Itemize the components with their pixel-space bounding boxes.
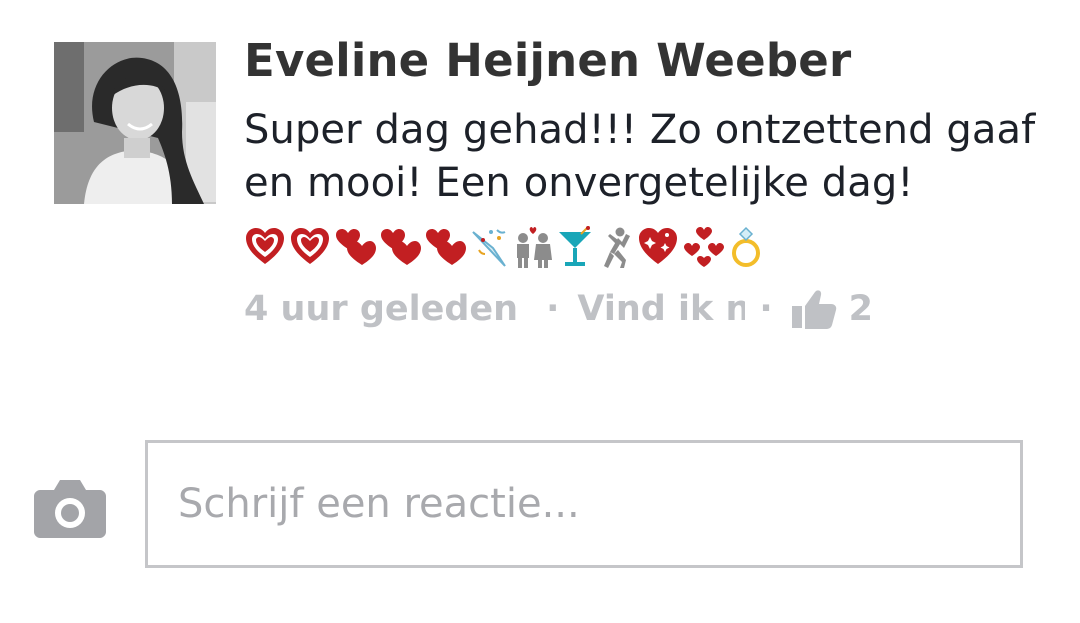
comment-text-line-2: en mooi! Een onvergetelijke dag! [244, 160, 914, 206]
comment-input[interactable] [148, 443, 1020, 565]
thumbs-up-icon[interactable] [791, 288, 837, 330]
profile-photo [54, 42, 216, 204]
comment-composer[interactable] [145, 440, 1023, 568]
red-heart-ring-icon [291, 228, 329, 264]
emoji-row [244, 222, 763, 272]
couple-icon [517, 227, 552, 268]
party-popper-icon [472, 229, 506, 267]
like-count[interactable]: 2 [849, 289, 873, 329]
two-hearts-icon [426, 229, 466, 265]
red-heart-ring-icon [246, 228, 284, 264]
comment-text: Super dag gehad!!! Zo ontzettend gaaf en… [244, 104, 1044, 210]
avatar[interactable] [54, 42, 216, 204]
camera-icon[interactable] [34, 478, 106, 538]
two-hearts-icon [381, 229, 421, 265]
like-link[interactable]: Vind ik ni [577, 289, 745, 329]
comment-text-line-1: Super dag gehad!!! Zo ontzettend gaaf [244, 107, 1036, 153]
cocktail-icon [559, 226, 591, 266]
comment-meta: 4 uur geleden · Vind ik ni · 2 [244, 286, 873, 332]
comment-timestamp[interactable]: 4 uur geleden [244, 289, 518, 329]
dancer-icon [604, 227, 630, 268]
sparkling-heart-icon [639, 228, 677, 264]
revolving-hearts-icon [684, 227, 724, 267]
ring-icon [732, 226, 760, 267]
meta-separator: · [546, 289, 560, 329]
comment-author[interactable]: Eveline Heijnen Weeber [244, 34, 851, 87]
meta-separator: · [759, 289, 773, 329]
two-hearts-icon [336, 229, 376, 265]
